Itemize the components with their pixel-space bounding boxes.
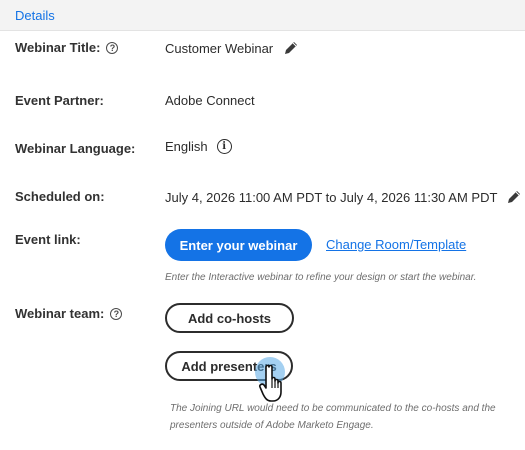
hand-cursor-icon bbox=[255, 357, 285, 402]
event-partner-label-row: Event Partner: bbox=[15, 93, 104, 108]
webinar-team-label: Webinar team: bbox=[15, 306, 105, 321]
webinar-team-note-line-2: presenters outside of Adobe Marketo Enga… bbox=[170, 420, 374, 431]
event-partner-value: Adobe Connect bbox=[165, 93, 255, 108]
event-link-hint: Enter the Interactive webinar to refine … bbox=[165, 272, 477, 283]
scheduled-on-value-row: July 4, 2026 11:00 AM PDT to July 4, 202… bbox=[165, 189, 522, 205]
info-icon[interactable]: i bbox=[216, 139, 232, 154]
webinar-team-label-row: Webinar team: ? bbox=[15, 306, 123, 321]
event-partner-label: Event Partner: bbox=[15, 93, 104, 108]
pencil-icon[interactable] bbox=[283, 40, 299, 56]
webinar-language-label-row: Webinar Language: bbox=[15, 141, 135, 156]
details-tab[interactable]: Details bbox=[15, 8, 55, 23]
webinar-language-label: Webinar Language: bbox=[15, 141, 136, 156]
webinar-title-label: Webinar Title: bbox=[15, 40, 101, 55]
help-icon[interactable]: ? bbox=[106, 41, 119, 54]
scheduled-on-value: July 4, 2026 11:00 AM PDT to July 4, 202… bbox=[165, 189, 498, 205]
webinar-title-value-row: Customer Webinar bbox=[165, 40, 299, 56]
webinar-team-note-line-1: The Joining URL would need to be communi… bbox=[170, 403, 496, 414]
scheduled-on-label: Scheduled on: bbox=[15, 189, 105, 204]
add-cohosts-button[interactable]: Add co-hosts bbox=[165, 303, 294, 333]
event-link-label: Event link: bbox=[15, 232, 81, 247]
event-link-label-row: Event link: bbox=[15, 232, 81, 247]
details-header: Details bbox=[0, 0, 525, 31]
webinar-title-value: Customer Webinar bbox=[165, 40, 274, 56]
event-partner-value-row: Adobe Connect bbox=[165, 93, 255, 108]
webinar-title-label-row: Webinar Title: ? bbox=[15, 40, 119, 55]
change-room-template-link[interactable]: Change Room/Template bbox=[326, 237, 466, 252]
scheduled-on-label-row: Scheduled on: bbox=[15, 189, 105, 204]
pencil-icon[interactable] bbox=[506, 189, 522, 205]
help-icon[interactable]: ? bbox=[110, 307, 123, 320]
webinar-language-value-row: English i bbox=[165, 139, 232, 154]
enter-webinar-button[interactable]: Enter your webinar bbox=[165, 229, 312, 261]
webinar-language-value: English bbox=[165, 139, 208, 154]
